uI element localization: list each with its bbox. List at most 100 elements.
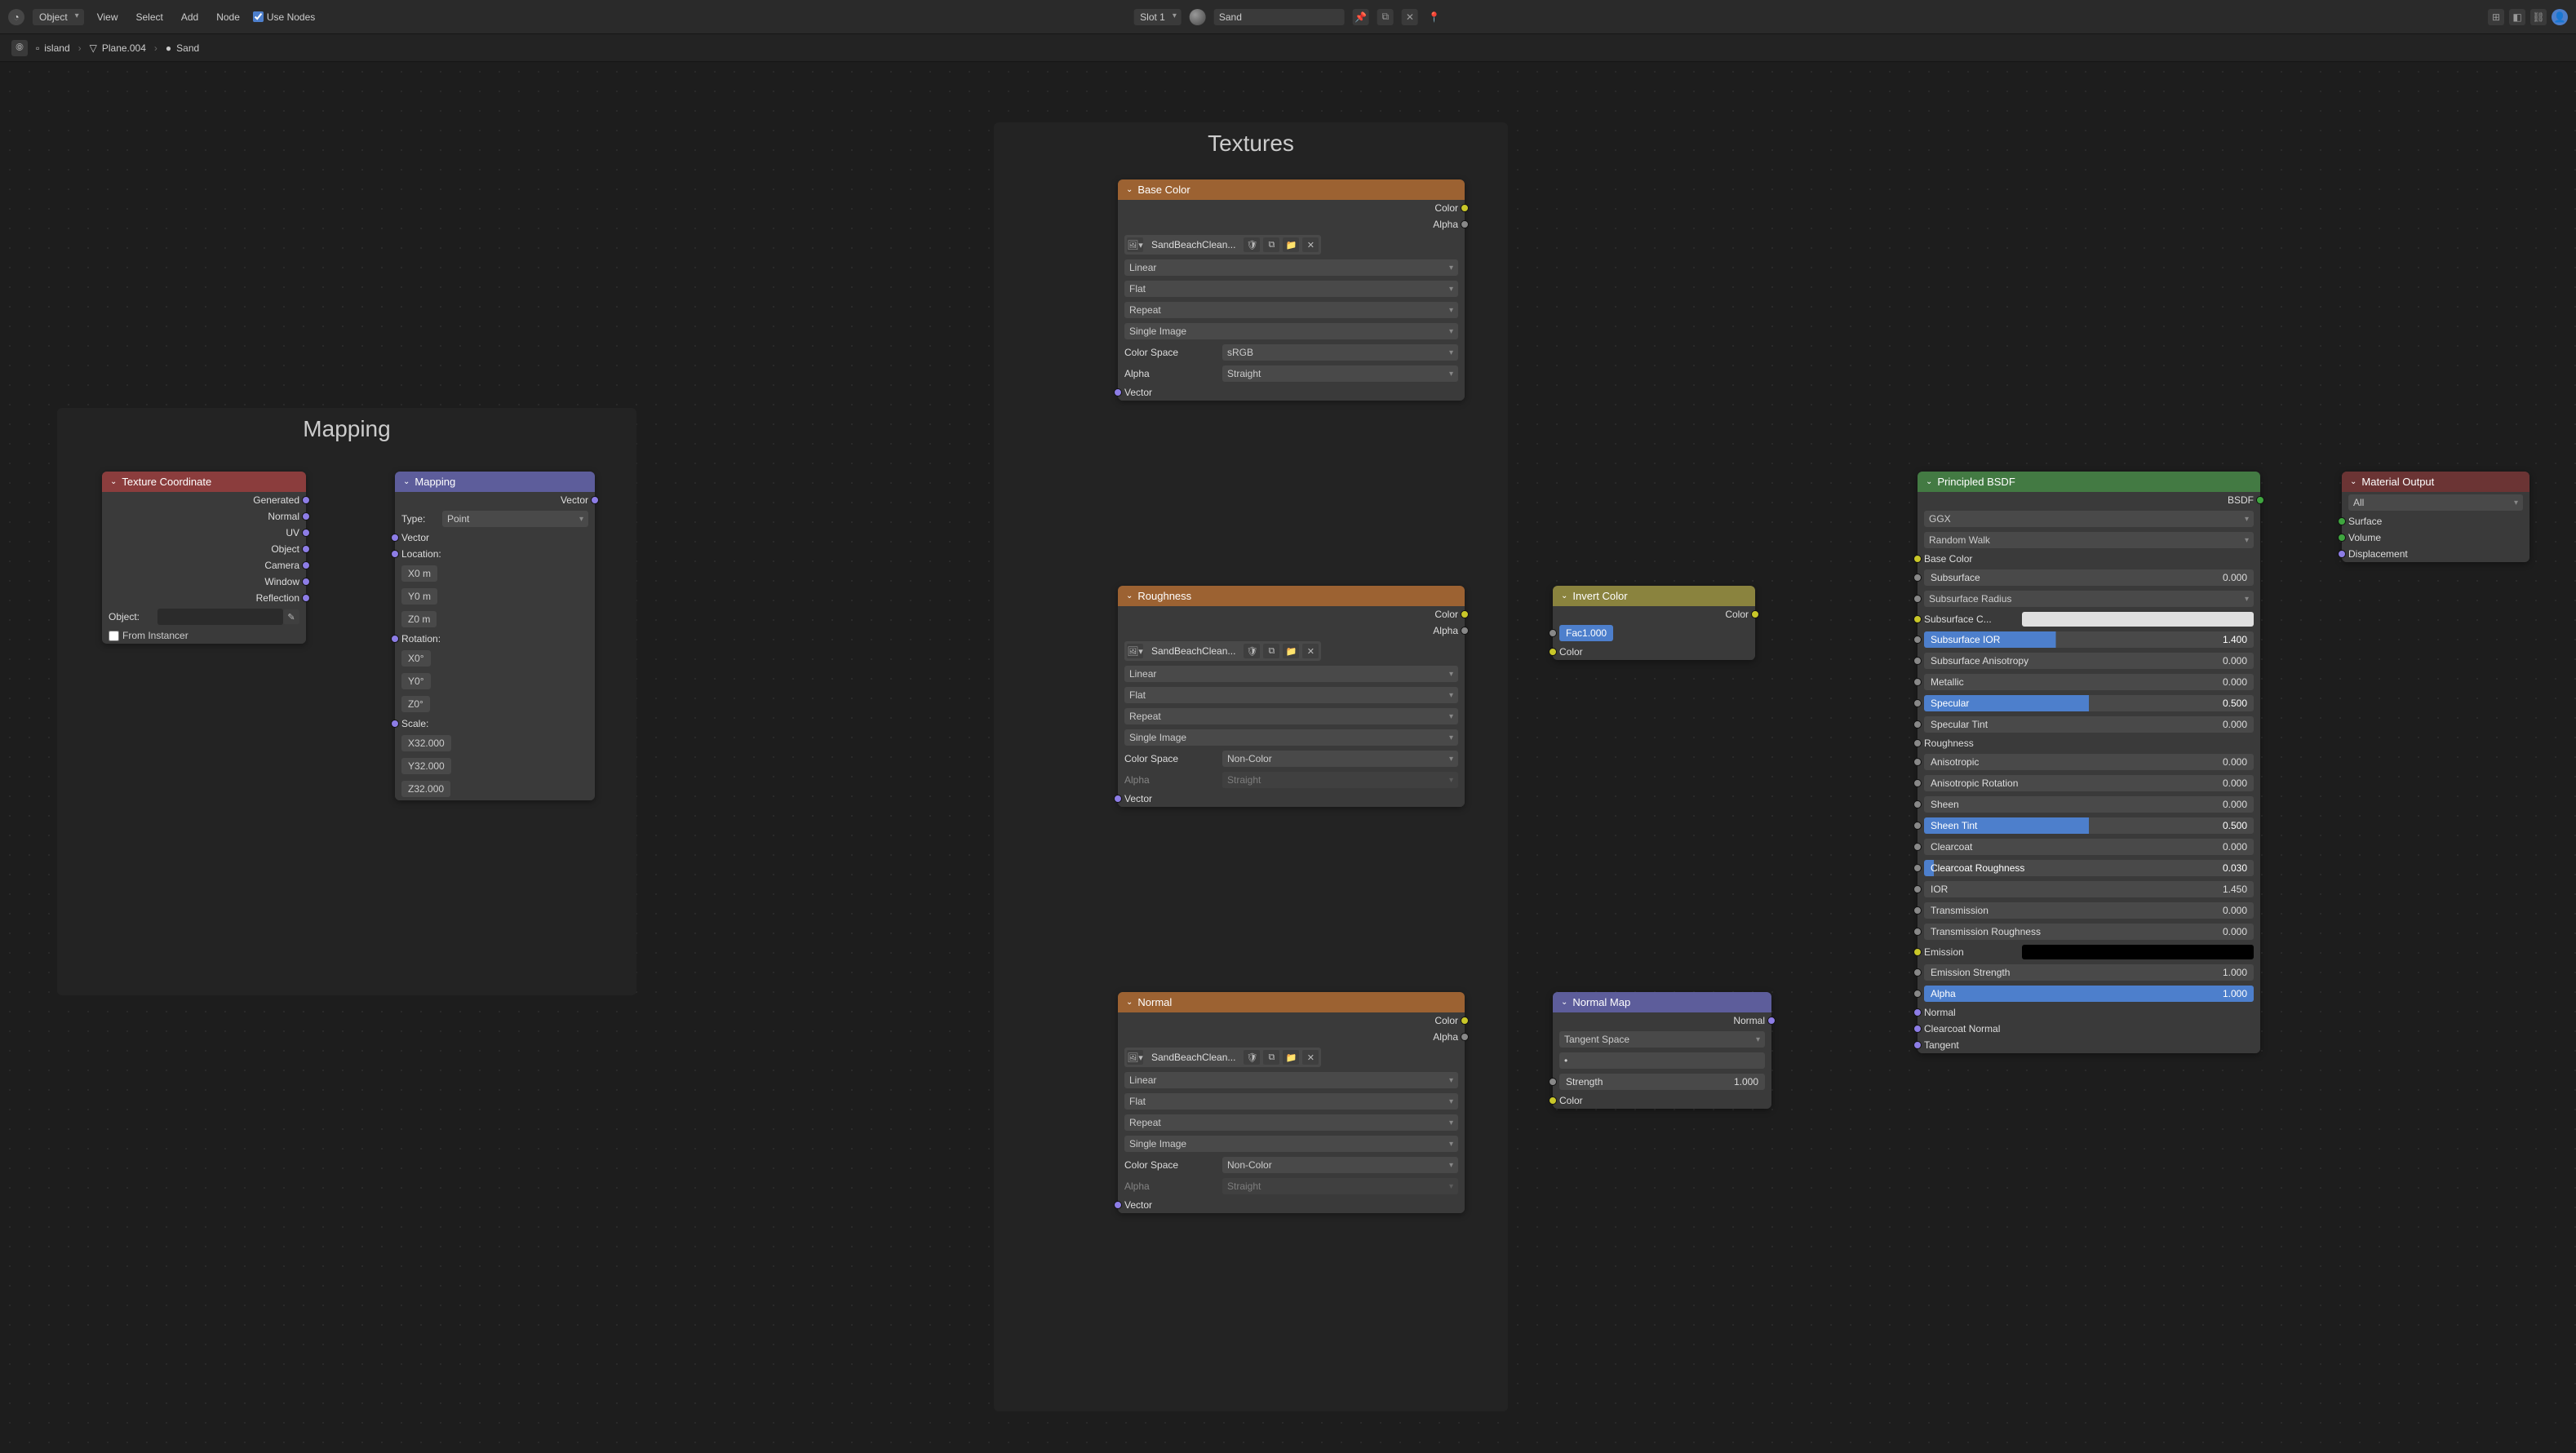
unlink-icon[interactable]: ✕ xyxy=(1402,9,1418,25)
fake-user-icon[interactable]: 🛡 xyxy=(1244,237,1260,252)
bsdf-subsurface[interactable]: Subsurface0.000 xyxy=(1918,567,2260,588)
fake-user-icon[interactable]: 🛡 xyxy=(1244,1050,1260,1065)
breadcrumb-material[interactable]: ●Sand xyxy=(166,42,199,54)
unlink-image-icon[interactable]: ✕ xyxy=(1302,1050,1319,1065)
rot-z[interactable]: Z0° xyxy=(401,696,430,712)
material-name-field[interactable]: Sand xyxy=(1214,9,1345,25)
open-image-icon[interactable]: 📁 xyxy=(1283,237,1299,252)
bsdf-cc_rough[interactable]: Clearcoat Roughness0.030 xyxy=(1918,857,2260,879)
bsdf-aniso_rot[interactable]: Anisotropic Rotation0.000 xyxy=(1918,773,2260,794)
bsdf-sss_ior[interactable]: Subsurface IOR1.400 xyxy=(1918,629,2260,650)
extension-dropdown[interactable]: Repeat xyxy=(1124,1114,1458,1131)
node-invert-color[interactable]: ⌄Invert Color Color Fac1.000 Color xyxy=(1553,586,1755,660)
eyedropper-icon[interactable]: ✎ xyxy=(283,609,299,624)
image-icon[interactable]: 🖼▾ xyxy=(1127,1050,1143,1065)
bsdf-metallic[interactable]: Metallic0.000 xyxy=(1918,671,2260,693)
dup-icon[interactable]: ⧉ xyxy=(1377,9,1394,25)
node-image-roughness[interactable]: ⌄Roughness Color Alpha 🖼▾ SandBeachClean… xyxy=(1118,586,1465,807)
image-selector[interactable]: 🖼▾ SandBeachClean... 🛡 ⧉ 📁 ✕ xyxy=(1124,1048,1321,1067)
matout-target-dropdown[interactable]: All xyxy=(2348,494,2523,511)
projection-dropdown[interactable]: Flat xyxy=(1124,687,1458,703)
top-toolbar[interactable]: ◔ Object View Select Add Node Use Nodes … xyxy=(0,0,2576,34)
loc-x[interactable]: X0 m xyxy=(401,565,437,582)
new-image-icon[interactable]: ⧉ xyxy=(1263,1050,1279,1065)
bsdf-aniso[interactable]: Anisotropic0.000 xyxy=(1918,751,2260,773)
colorspace-dropdown[interactable]: sRGB xyxy=(1222,344,1458,361)
image-icon[interactable]: 🖼▾ xyxy=(1127,237,1143,252)
from-instancer-checkbox[interactable]: From Instancer xyxy=(109,630,188,641)
menu-add[interactable]: Add xyxy=(176,9,203,25)
bsdf-alpha[interactable]: Alpha1.000 xyxy=(1918,983,2260,1004)
unlink-image-icon[interactable]: ✕ xyxy=(1302,237,1319,252)
node-header[interactable]: ⌄Mapping xyxy=(395,472,595,492)
node-header[interactable]: ⌄Material Output xyxy=(2342,472,2529,492)
colorspace-dropdown[interactable]: Non-Color xyxy=(1222,751,1458,767)
mapping-type-dropdown[interactable]: Point xyxy=(442,511,588,527)
material-sphere-icon[interactable] xyxy=(1190,9,1206,25)
normalmap-space-dropdown[interactable]: Tangent Space xyxy=(1559,1031,1765,1048)
colorspace-dropdown[interactable]: Non-Color xyxy=(1222,1157,1458,1173)
normalmap-uvmap-field[interactable]: • xyxy=(1559,1052,1765,1069)
node-header[interactable]: ⌄Normal Map xyxy=(1553,992,1771,1012)
bsdf-trans[interactable]: Transmission0.000 xyxy=(1918,900,2260,921)
alpha-mode-dropdown[interactable]: Straight xyxy=(1222,365,1458,382)
bsdf-spectint[interactable]: Specular Tint0.000 xyxy=(1918,714,2260,735)
breadcrumb-object[interactable]: ▽Plane.004 xyxy=(90,42,146,54)
node-header[interactable]: ⌄Principled BSDF xyxy=(1918,472,2260,492)
node-header[interactable]: ⌄Invert Color xyxy=(1553,586,1755,606)
source-dropdown[interactable]: Single Image xyxy=(1124,729,1458,746)
bsdf-ior[interactable]: IOR1.450 xyxy=(1918,879,2260,900)
snap-icon[interactable]: ⛓ xyxy=(2530,9,2547,25)
node-material-output[interactable]: ⌄Material Output All Surface Volume Disp… xyxy=(2342,472,2529,562)
texcoord-object-field[interactable] xyxy=(157,609,283,625)
interp-dropdown[interactable]: Linear xyxy=(1124,259,1458,276)
projection-dropdown[interactable]: Flat xyxy=(1124,281,1458,297)
rot-x[interactable]: X0° xyxy=(401,650,431,667)
menu-view[interactable]: View xyxy=(92,9,123,25)
bsdf-trans_rough[interactable]: Transmission Roughness0.000 xyxy=(1918,921,2260,942)
pin2-icon[interactable]: 📍 xyxy=(1426,9,1443,25)
menu-node[interactable]: Node xyxy=(211,9,245,25)
extension-dropdown[interactable]: Repeat xyxy=(1124,708,1458,724)
bsdf-specular[interactable]: Specular0.500 xyxy=(1918,693,2260,714)
use-nodes-checkbox[interactable]: Use Nodes xyxy=(253,11,315,23)
image-selector[interactable]: 🖼▾ SandBeachClean... 🛡 ⧉ 📁 ✕ xyxy=(1124,235,1321,255)
node-header[interactable]: ⌄Normal xyxy=(1118,992,1465,1012)
user-icon[interactable]: 👤 xyxy=(2552,9,2568,25)
interp-dropdown[interactable]: Linear xyxy=(1124,1072,1458,1088)
breadcrumb-scene[interactable]: ▫island xyxy=(36,42,70,54)
bsdf-sss_aniso[interactable]: Subsurface Anisotropy0.000 xyxy=(1918,650,2260,671)
bsdf-sheen_tint[interactable]: Sheen Tint0.500 xyxy=(1918,815,2260,836)
node-normal-map[interactable]: ⌄Normal Map Normal Tangent Space • Stren… xyxy=(1553,992,1771,1109)
source-dropdown[interactable]: Single Image xyxy=(1124,323,1458,339)
overlay-icon[interactable]: ⊞ xyxy=(2488,9,2504,25)
bsdf-emission[interactable]: Emission xyxy=(1918,942,2260,962)
scl-y[interactable]: Y32.000 xyxy=(401,758,451,774)
menu-select[interactable]: Select xyxy=(131,9,167,25)
node-image-base-color[interactable]: ⌄Base Color Color Alpha 🖼▾ SandBeachClea… xyxy=(1118,179,1465,401)
new-image-icon[interactable]: ⧉ xyxy=(1263,237,1279,252)
bsdf-sss_color[interactable]: Subsurface C... xyxy=(1918,609,2260,629)
node-mapping[interactable]: ⌄Mapping Vector Type:Point Vector Locati… xyxy=(395,472,595,800)
node-principled-bsdf[interactable]: ⌄Principled BSDF BSDF GGX Random Walk Ba… xyxy=(1918,472,2260,1053)
bsdf-sss_radius[interactable]: Subsurface Radius xyxy=(1918,588,2260,609)
node-header[interactable]: ⌄Base Color xyxy=(1118,179,1465,200)
fake-user-icon[interactable]: 🛡 xyxy=(1244,644,1260,658)
image-icon[interactable]: 🖼▾ xyxy=(1127,644,1143,658)
node-texture-coordinate[interactable]: ⌄Texture Coordinate GeneratedNormalUVObj… xyxy=(102,472,306,644)
normalmap-strength[interactable]: Strength1.000 xyxy=(1559,1074,1765,1090)
bsdf-clearcoat[interactable]: Clearcoat0.000 xyxy=(1918,836,2260,857)
loc-y[interactable]: Y0 m xyxy=(401,588,437,605)
node-image-normal[interactable]: ⌄Normal Color Alpha 🖼▾ SandBeachClean...… xyxy=(1118,992,1465,1213)
invert-fac-slider[interactable]: Fac1.000 xyxy=(1559,625,1613,641)
scl-z[interactable]: Z32.000 xyxy=(401,781,450,797)
editor-type-icon[interactable]: ◔ xyxy=(8,9,24,25)
image-selector[interactable]: 🖼▾ SandBeachClean... 🛡 ⧉ 📁 ✕ xyxy=(1124,641,1321,661)
bsdf-sss-method[interactable]: Random Walk xyxy=(1924,532,2254,548)
overlay2-icon[interactable]: ◧ xyxy=(2509,9,2525,25)
slot-dropdown[interactable]: Slot 1 xyxy=(1133,9,1182,25)
bsdf-sheen[interactable]: Sheen0.000 xyxy=(1918,794,2260,815)
node-header[interactable]: ⌄Roughness xyxy=(1118,586,1465,606)
open-image-icon[interactable]: 📁 xyxy=(1283,644,1299,658)
projection-dropdown[interactable]: Flat xyxy=(1124,1093,1458,1110)
